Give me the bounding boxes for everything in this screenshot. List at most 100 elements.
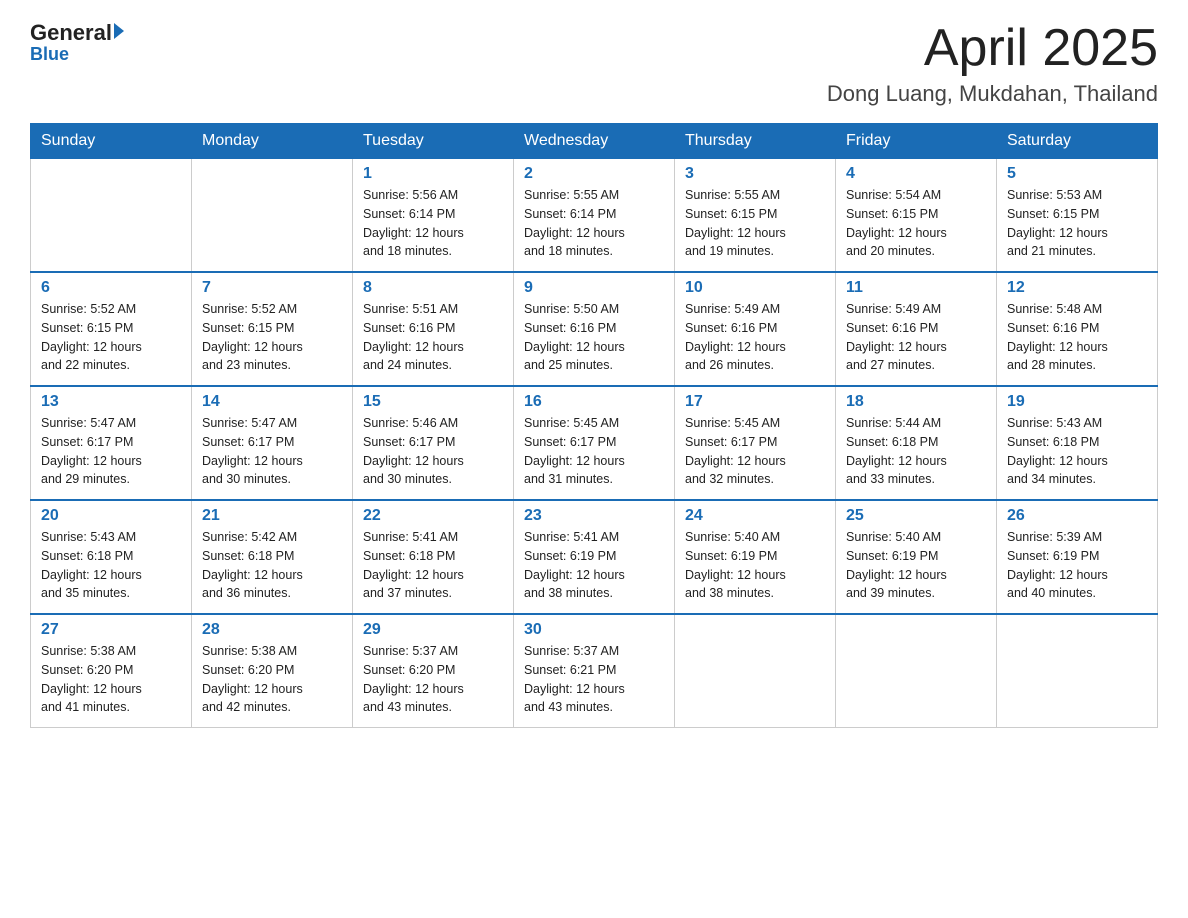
calendar-cell: 16 Sunrise: 5:45 AMSunset: 6:17 PMDayligh… [514,386,675,500]
day-info: Sunrise: 5:56 AMSunset: 6:14 PMDaylight:… [363,186,503,261]
calendar-title: April 2025 [827,20,1158,77]
day-info: Sunrise: 5:38 AMSunset: 6:20 PMDaylight:… [202,642,342,717]
day-info: Sunrise: 5:51 AMSunset: 6:16 PMDaylight:… [363,300,503,375]
day-info: Sunrise: 5:45 AMSunset: 6:17 PMDaylight:… [524,414,664,489]
day-number: 15 [363,393,503,411]
day-number: 3 [685,165,825,183]
day-number: 23 [524,507,664,525]
day-info: Sunrise: 5:39 AMSunset: 6:19 PMDaylight:… [1007,528,1147,603]
calendar-cell: 13Sunrise: 5:47 AMSunset: 6:17 PMDayligh… [31,386,192,500]
day-info: Sunrise: 5:40 AMSunset: 6:19 PMDaylight:… [685,528,825,603]
day-number: 10 [685,279,825,297]
day-number: 4 [846,165,986,183]
day-number: 2 [524,165,664,183]
calendar-cell [836,614,997,728]
day-number: 28 [202,621,342,639]
day-number: 18 [846,393,986,411]
day-number: 17 [685,393,825,411]
day-info: Sunrise: 5:40 AMSunset: 6:19 PMDaylight:… [846,528,986,603]
calendar-cell: 28 Sunrise: 5:38 AMSunset: 6:20 PMDayligh… [192,614,353,728]
day-number: 26 [1007,507,1147,525]
day-number: 29 [363,621,503,639]
calendar-cell: 29 Sunrise: 5:37 AMSunset: 6:20 PMDayligh… [353,614,514,728]
day-info: Sunrise: 5:52 AMSunset: 6:15 PMDaylight:… [41,300,181,375]
calendar-cell [675,614,836,728]
calendar-cell: 17Sunrise: 5:45 AMSunset: 6:17 PMDayligh… [675,386,836,500]
calendar-cell: 12 Sunrise: 5:48 AMSunset: 6:16 PMDayligh… [997,272,1158,386]
day-info: Sunrise: 5:46 AMSunset: 6:17 PMDaylight:… [363,414,503,489]
day-info: Sunrise: 5:42 AMSunset: 6:18 PMDaylight:… [202,528,342,603]
calendar-cell: 7 Sunrise: 5:52 AMSunset: 6:15 PMDaylight… [192,272,353,386]
day-info: Sunrise: 5:37 AMSunset: 6:20 PMDaylight:… [363,642,503,717]
title-block: April 2025 Dong Luang, Mukdahan, Thailan… [827,20,1158,107]
day-info: Sunrise: 5:44 AMSunset: 6:18 PMDaylight:… [846,414,986,489]
calendar-cell: 25 Sunrise: 5:40 AMSunset: 6:19 PMDayligh… [836,500,997,614]
day-info: Sunrise: 5:41 AMSunset: 6:19 PMDaylight:… [524,528,664,603]
logo-general: General [30,20,112,46]
calendar-cell: 23 Sunrise: 5:41 AMSunset: 6:19 PMDayligh… [514,500,675,614]
day-info: Sunrise: 5:50 AMSunset: 6:16 PMDaylight:… [524,300,664,375]
day-number: 20 [41,507,181,525]
calendar-cell: 21 Sunrise: 5:42 AMSunset: 6:18 PMDayligh… [192,500,353,614]
calendar-cell: 4 Sunrise: 5:54 AMSunset: 6:15 PMDaylight… [836,159,997,273]
column-header-saturday: Saturday [997,124,1158,159]
calendar-week-row: 20 Sunrise: 5:43 AMSunset: 6:18 PMDayligh… [31,500,1158,614]
day-info: Sunrise: 5:55 AMSunset: 6:14 PMDaylight:… [524,186,664,261]
calendar-cell: 14 Sunrise: 5:47 AMSunset: 6:17 PMDayligh… [192,386,353,500]
day-info: Sunrise: 5:47 AMSunset: 6:17 PMDaylight:… [202,414,342,489]
day-number: 1 [363,165,503,183]
day-info: Sunrise: 5:41 AMSunset: 6:18 PMDaylight:… [363,528,503,603]
day-number: 13 [41,393,181,411]
calendar-cell: 1 Sunrise: 5:56 AMSunset: 6:14 PMDaylight… [353,159,514,273]
calendar-week-row: 6Sunrise: 5:52 AMSunset: 6:15 PMDaylight… [31,272,1158,386]
day-number: 8 [363,279,503,297]
logo-blue: Blue [30,44,69,65]
day-info: Sunrise: 5:52 AMSunset: 6:15 PMDaylight:… [202,300,342,375]
calendar-cell: 9 Sunrise: 5:50 AMSunset: 6:16 PMDaylight… [514,272,675,386]
day-number: 25 [846,507,986,525]
day-number: 9 [524,279,664,297]
column-header-friday: Friday [836,124,997,159]
column-header-thursday: Thursday [675,124,836,159]
day-info: Sunrise: 5:54 AMSunset: 6:15 PMDaylight:… [846,186,986,261]
day-info: Sunrise: 5:38 AMSunset: 6:20 PMDaylight:… [41,642,181,717]
calendar-cell: 11 Sunrise: 5:49 AMSunset: 6:16 PMDayligh… [836,272,997,386]
column-header-monday: Monday [192,124,353,159]
day-number: 21 [202,507,342,525]
day-info: Sunrise: 5:37 AMSunset: 6:21 PMDaylight:… [524,642,664,717]
day-number: 27 [41,621,181,639]
calendar-cell: 20 Sunrise: 5:43 AMSunset: 6:18 PMDayligh… [31,500,192,614]
day-info: Sunrise: 5:55 AMSunset: 6:15 PMDaylight:… [685,186,825,261]
day-info: Sunrise: 5:48 AMSunset: 6:16 PMDaylight:… [1007,300,1147,375]
calendar-cell: 18 Sunrise: 5:44 AMSunset: 6:18 PMDayligh… [836,386,997,500]
column-header-sunday: Sunday [31,124,192,159]
calendar-cell [192,159,353,273]
calendar-cell: 8 Sunrise: 5:51 AMSunset: 6:16 PMDaylight… [353,272,514,386]
calendar-cell: 10 Sunrise: 5:49 AMSunset: 6:16 PMDayligh… [675,272,836,386]
day-number: 19 [1007,393,1147,411]
day-info: Sunrise: 5:43 AMSunset: 6:18 PMDaylight:… [1007,414,1147,489]
column-header-wednesday: Wednesday [514,124,675,159]
day-info: Sunrise: 5:49 AMSunset: 6:16 PMDaylight:… [685,300,825,375]
day-number: 12 [1007,279,1147,297]
calendar-cell: 15 Sunrise: 5:46 AMSunset: 6:17 PMDayligh… [353,386,514,500]
day-number: 11 [846,279,986,297]
day-number: 24 [685,507,825,525]
calendar-header-row: SundayMondayTuesdayWednesdayThursdayFrid… [31,124,1158,159]
day-info: Sunrise: 5:49 AMSunset: 6:16 PMDaylight:… [846,300,986,375]
logo-arrow [114,23,124,39]
calendar-table: SundayMondayTuesdayWednesdayThursdayFrid… [30,123,1158,728]
day-number: 14 [202,393,342,411]
day-number: 7 [202,279,342,297]
calendar-cell: 27 Sunrise: 5:38 AMSunset: 6:20 PMDayligh… [31,614,192,728]
logo-text: General [30,20,124,46]
calendar-cell: 19 Sunrise: 5:43 AMSunset: 6:18 PMDayligh… [997,386,1158,500]
calendar-cell: 6Sunrise: 5:52 AMSunset: 6:15 PMDaylight… [31,272,192,386]
day-info: Sunrise: 5:53 AMSunset: 6:15 PMDaylight:… [1007,186,1147,261]
day-number: 5 [1007,165,1147,183]
day-info: Sunrise: 5:43 AMSunset: 6:18 PMDaylight:… [41,528,181,603]
column-header-tuesday: Tuesday [353,124,514,159]
day-number: 16 [524,393,664,411]
calendar-cell: 22Sunrise: 5:41 AMSunset: 6:18 PMDayligh… [353,500,514,614]
logo: General Blue [30,20,124,65]
